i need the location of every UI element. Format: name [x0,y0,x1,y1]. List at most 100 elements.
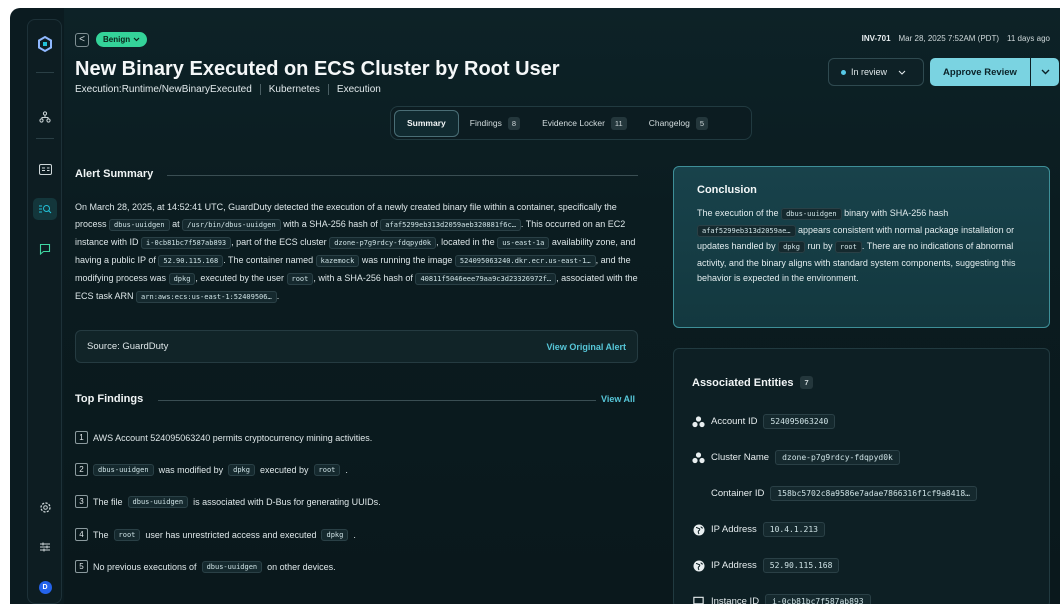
verdict-dropdown[interactable]: Benign [96,32,148,47]
entity-value: i-0cb81bc7f587ab893 [765,594,871,604]
tab-findings[interactable]: Findings 8 [459,110,531,137]
code-user: root [835,241,862,253]
summary-text: with a SHA-256 hash of [283,219,378,229]
settings-icon[interactable] [33,496,57,518]
finding-item[interactable]: 1 AWS Account 524095063240 permits crypt… [75,431,372,444]
chevron-down-icon [1041,69,1049,75]
entity-value: 10.4.1.213 [762,522,825,537]
entity-instance-id[interactable]: Instance ID i-0cb81bc7f587ab893 [692,594,871,604]
conclusion-fragment: binary with SHA-256 hash [844,208,949,218]
status-label: In review [851,67,888,77]
chat-icon[interactable] [33,238,57,260]
entity-account-id[interactable]: Account ID 524095063240 [692,414,836,429]
code-modifier: dpkg [321,528,349,541]
avatar-initial: D [38,580,52,594]
code-image: 524095063240.dkr.ecr.us-east-1… [454,255,596,267]
entity-label: IP Address [711,560,757,571]
chevron-down-icon [898,70,906,75]
summary-text: at [172,219,180,229]
finding-text: was modified by [158,464,224,475]
verdict-label: Benign [103,35,131,44]
sidebar-divider [36,72,54,73]
back-button[interactable]: < [75,32,89,47]
sidebar: D [27,19,62,604]
code-instance: i-0cb81bc7f587ab893 [141,237,232,249]
tab-count: 11 [610,116,627,130]
age: 11 days ago [1007,34,1050,43]
tactic: Execution [336,84,381,95]
aws-icon [692,415,705,428]
finding-item[interactable]: 4 The root user has unrestricted access … [75,528,356,541]
entity-label: IP Address [711,524,757,535]
chevron-down-icon [133,37,140,42]
entity-ip-address[interactable]: IP Address 52.90.115.168 [692,558,840,573]
laptop-icon [692,595,705,604]
code-path: /usr/bin/dbus-uuidgen [182,219,281,231]
user-avatar[interactable]: D [33,576,57,598]
summary-text: . [276,291,280,301]
view-original-alert-link[interactable]: View Original Alert [546,342,626,352]
tab-count: 5 [695,116,708,130]
conclusion-card: Conclusion The execution of the dbus-uui… [673,166,1050,328]
tab-count: 8 [507,116,521,130]
entity-label: Instance ID [711,596,760,604]
divider [158,400,596,401]
top-findings-title: Top Findings [75,393,143,405]
code-ip: 52.90.115.168 [158,255,224,267]
finding-number: 2 [75,463,88,476]
finding-item[interactable]: 5 No previous executions of dbus-uuidgen… [75,560,336,573]
code-process: dbus-uuidgen [109,219,170,231]
finding-text: executed by [259,464,309,475]
finding-text: on other devices. [267,561,336,572]
entity-container-id[interactable]: Container ID 158bc5702c8a9586e7adae78663… [711,486,977,501]
finding-text: The [93,529,109,540]
logo-icon[interactable] [33,33,57,55]
code-user: root [286,273,314,285]
finding-text: The file [93,496,123,507]
code-modifier: dpkg [168,273,196,285]
alert-type: Execution:Runtime/NewBinaryExecuted [75,84,252,95]
topology-icon[interactable] [33,106,57,128]
platform: Kubernetes [268,84,320,95]
code-zone: us-east-1a [497,237,550,249]
summary-text: was running the image [361,255,453,265]
main-content: < Benign INV-701 Mar 28, 2025 7:52AM (PD… [64,8,1060,604]
finding-item[interactable]: 2 dbus-uuidgen was modified by dpkg exec… [75,463,348,476]
dashboard-icon[interactable] [33,158,57,180]
conclusion-text: The execution of the dbus-uuidgen binary… [697,206,1026,287]
code-user: root [113,528,141,541]
alert-summary-title: Alert Summary [75,168,153,180]
conclusion-fragment: The execution of the [697,208,779,218]
tab-summary[interactable]: Summary [394,109,459,137]
code-process: dbus-uuidgen [127,495,189,508]
tab-evidence-locker[interactable]: Evidence Locker 11 [531,110,638,137]
entity-ip-address[interactable]: IP Address 10.4.1.213 [692,522,825,537]
entity-cluster-name[interactable]: Cluster Name dzone-p7g9rdcy-fdqpyd0k [692,450,900,465]
code-modifier: dpkg [228,463,255,476]
investigations-icon[interactable] [33,198,57,220]
finding-text: user has unrestricted access and execute… [145,529,317,540]
entity-value: 524095063240 [763,414,836,429]
code-hash: afaf5299eb313d2059aeb320881f6c… [380,219,521,231]
divider [167,175,638,176]
source-bar: Source: GuardDuty View Original Alert [75,330,638,363]
finding-text: . [353,529,356,540]
code-modifier: dpkg [778,241,805,253]
summary-text: , located in the [436,237,495,247]
status-dropdown[interactable]: In review [828,58,924,86]
view-all-link[interactable]: View All [601,394,635,404]
chevron-left-icon: < [79,33,85,45]
code-process: dbus-uuidgen [201,560,263,573]
approve-review-button[interactable]: Approve Review [930,58,1030,86]
entities-title: Associated Entities 7 [692,376,813,389]
approve-options-button[interactable] [1031,58,1059,86]
entity-label: Container ID [711,488,765,499]
finding-item[interactable]: 3 The file dbus-uuidgen is associated wi… [75,495,381,508]
filters-icon[interactable] [33,536,57,558]
entity-label: Account ID [711,416,758,427]
finding-text: No previous executions of [93,561,197,572]
associated-entities-panel: Associated Entities 7 Account ID 5240950… [673,348,1050,604]
code-hash: afaf5299eb313d2059ae… [697,224,796,237]
tab-changelog[interactable]: Changelog 5 [638,110,719,137]
summary-text: , executed by the user [195,273,284,283]
